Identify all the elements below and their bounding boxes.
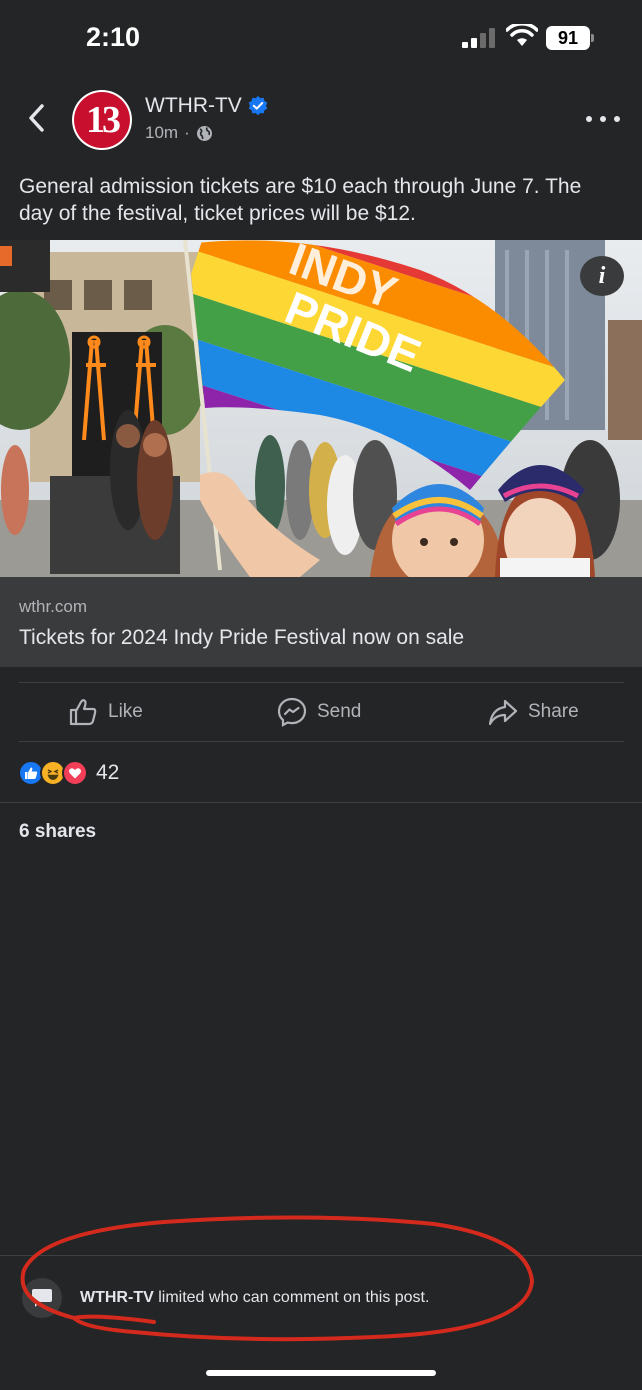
divider	[19, 682, 624, 683]
meta-separator: ·	[184, 123, 190, 142]
love-reaction-icon	[62, 760, 88, 786]
comment-notice-page: WTHR-TV	[80, 1289, 154, 1306]
more-dot	[586, 116, 592, 122]
comment-notice-text: WTHR-TV limited who can comment on this …	[80, 1289, 429, 1307]
action-row: Like Send Share	[0, 684, 642, 741]
signal-icon	[462, 28, 495, 48]
comment-bubble-icon	[32, 1289, 52, 1307]
share-arrow-icon	[488, 699, 518, 726]
battery-indicator: 91	[546, 26, 590, 50]
like-label: Like	[108, 701, 143, 722]
post-image[interactable]: INDY PRIDE	[0, 240, 642, 577]
status-time: 2:10	[86, 22, 141, 52]
avatar[interactable]: 13	[72, 90, 132, 150]
reaction-count: 42	[96, 761, 120, 784]
like-button[interactable]: Like	[68, 696, 143, 728]
page-name-text: WTHR-TV	[145, 94, 242, 117]
home-indicator[interactable]	[206, 1370, 436, 1376]
status-bar: 2:10 91	[0, 0, 642, 80]
back-button[interactable]	[20, 100, 52, 136]
comment-restriction-notice: WTHR-TV limited who can comment on this …	[0, 1256, 642, 1336]
send-button[interactable]: Send	[277, 696, 361, 728]
comment-icon-container	[22, 1278, 62, 1318]
thumbs-up-icon	[69, 699, 97, 726]
post-text: General admission tickets are $10 each t…	[19, 175, 582, 225]
info-icon: i	[598, 262, 606, 289]
divider	[19, 741, 624, 742]
chevron-left-icon	[29, 104, 44, 132]
pride-festival-photo: INDY PRIDE	[0, 240, 642, 577]
post-header: 13 WTHR-TV 10m ·	[0, 86, 642, 156]
messenger-icon	[277, 697, 307, 727]
avatar-logo: 13	[74, 92, 130, 148]
battery-nub	[591, 34, 594, 42]
comment-notice-message: limited who can comment on this post.	[153, 1289, 430, 1306]
reaction-summary[interactable]: 42	[18, 758, 119, 788]
link-domain: wthr.com	[19, 597, 88, 616]
info-button[interactable]: i	[580, 256, 624, 296]
more-dot	[614, 116, 620, 122]
share-label: Share	[528, 701, 579, 722]
more-options-button[interactable]	[586, 106, 620, 132]
link-title: Tickets for 2024 Indy Pride Festival now…	[19, 626, 465, 649]
send-label: Send	[317, 701, 362, 722]
more-dot	[600, 116, 606, 122]
verified-badge-icon	[248, 96, 268, 116]
share-count[interactable]: 6 shares	[19, 821, 96, 843]
globe-icon	[196, 125, 212, 141]
link-preview[interactable]: wthr.com Tickets for 2024 Indy Pride Fes…	[0, 577, 642, 667]
divider	[0, 802, 642, 803]
wifi-icon	[506, 24, 538, 46]
share-button[interactable]: Share	[488, 696, 579, 728]
post-time: 10m	[145, 123, 179, 142]
post-meta: 10m ·	[145, 123, 213, 143]
page-name[interactable]: WTHR-TV	[145, 94, 268, 118]
